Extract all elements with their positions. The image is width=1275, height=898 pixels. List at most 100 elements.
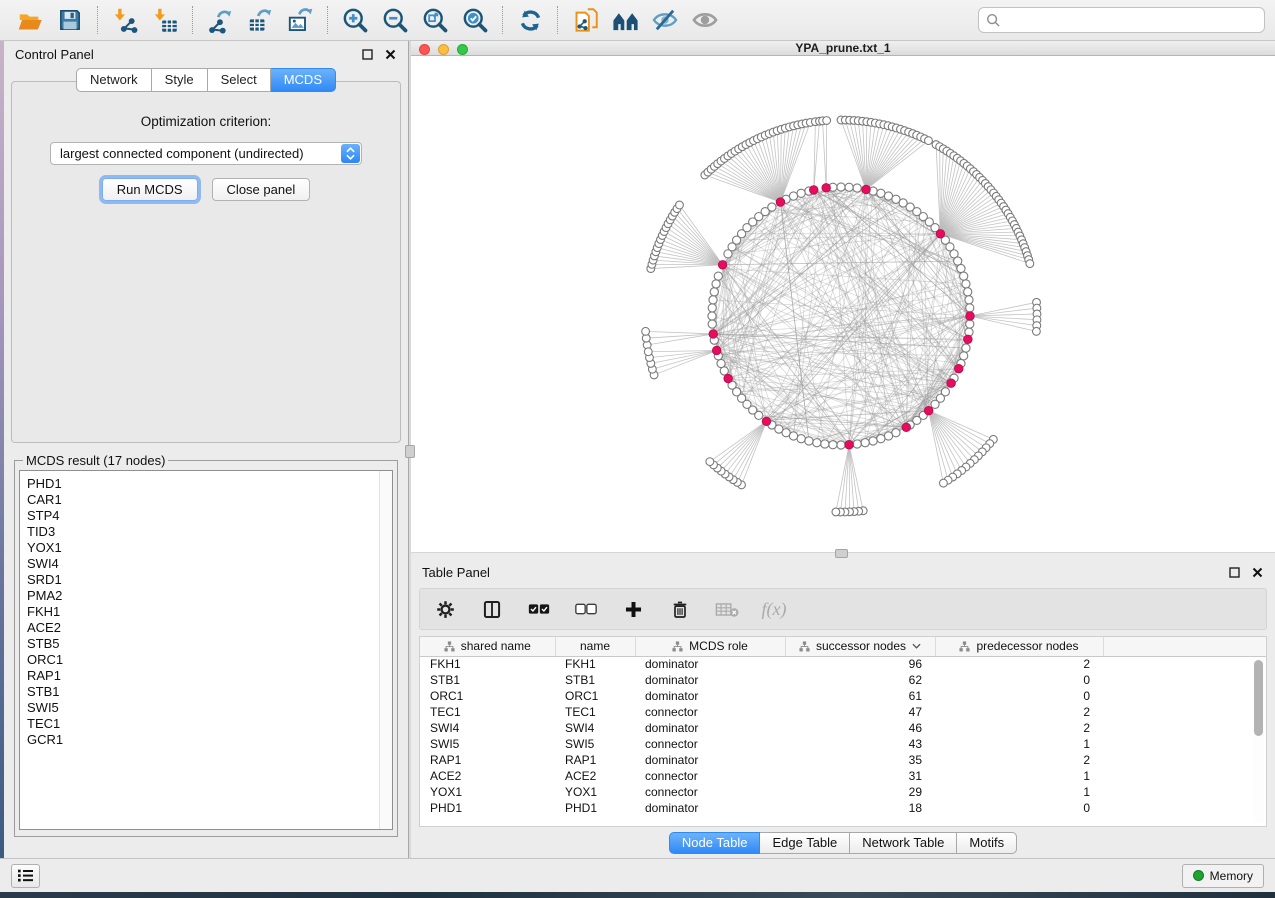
- minimize-window-icon[interactable]: [438, 44, 449, 55]
- maximize-window-icon[interactable]: [457, 44, 468, 55]
- column-header-MCDS-role[interactable]: MCDS role: [635, 637, 785, 656]
- tab-mcds[interactable]: MCDS: [271, 68, 336, 92]
- table-row[interactable]: SWI5SWI5connector431: [420, 736, 1266, 752]
- cell-MCDS-role[interactable]: dominator: [635, 752, 785, 768]
- tab-network-table[interactable]: Network Table: [850, 832, 957, 854]
- cell-MCDS-role[interactable]: connector: [635, 768, 785, 784]
- cell-name[interactable]: STB1: [555, 672, 635, 688]
- cell-MCDS-role[interactable]: dominator: [635, 672, 785, 688]
- table-row[interactable]: TEC1TEC1connector472: [420, 704, 1266, 720]
- cell-name[interactable]: ORC1: [555, 688, 635, 704]
- cell-successor-nodes[interactable]: 43: [785, 736, 935, 752]
- mcds-result-item[interactable]: STP4: [27, 508, 379, 524]
- mcds-result-item[interactable]: CAR1: [27, 492, 379, 508]
- cell-shared-name[interactable]: SWI4: [420, 720, 555, 736]
- mcds-result-item[interactable]: TID3: [27, 524, 379, 540]
- mcds-result-item[interactable]: SRD1: [27, 572, 379, 588]
- cell-MCDS-role[interactable]: dominator: [635, 688, 785, 704]
- network-graph[interactable]: [411, 56, 1275, 550]
- cell-predecessor-nodes[interactable]: 0: [935, 672, 1103, 688]
- select-all-rows-button[interactable]: [526, 596, 552, 622]
- table-scrollbar[interactable]: [1253, 658, 1264, 822]
- table-row[interactable]: ORC1ORC1dominator610: [420, 688, 1266, 704]
- tab-select[interactable]: Select: [208, 68, 271, 92]
- mcds-result-item[interactable]: GCR1: [27, 732, 379, 748]
- search-input[interactable]: [1007, 13, 1257, 28]
- deselect-all-rows-button[interactable]: [573, 596, 599, 622]
- export-network-button[interactable]: [200, 3, 240, 37]
- table-row[interactable]: RAP1RAP1dominator352: [420, 752, 1266, 768]
- float-panel-button[interactable]: [360, 48, 374, 62]
- new-network-from-selection-button[interactable]: [565, 3, 605, 37]
- column-header-shared-name[interactable]: shared name: [420, 637, 555, 656]
- table-row[interactable]: STB1STB1dominator620: [420, 672, 1266, 688]
- cell-predecessor-nodes[interactable]: 2: [935, 720, 1103, 736]
- cell-name[interactable]: YOX1: [555, 784, 635, 800]
- memory-button[interactable]: Memory: [1182, 864, 1264, 888]
- mcds-result-item[interactable]: ACE2: [27, 620, 379, 636]
- add-column-button[interactable]: [620, 596, 646, 622]
- search-box[interactable]: [978, 7, 1265, 33]
- cell-successor-nodes[interactable]: 96: [785, 656, 935, 672]
- mcds-result-item[interactable]: FKH1: [27, 604, 379, 620]
- cell-name[interactable]: FKH1: [555, 656, 635, 672]
- cell-name[interactable]: SWI5: [555, 736, 635, 752]
- cell-successor-nodes[interactable]: 29: [785, 784, 935, 800]
- cell-name[interactable]: SWI4: [555, 720, 635, 736]
- hide-selected-button[interactable]: [645, 3, 685, 37]
- zoom-out-button[interactable]: [375, 3, 415, 37]
- cell-predecessor-nodes[interactable]: 1: [935, 768, 1103, 784]
- show-columns-button[interactable]: [479, 596, 505, 622]
- cell-shared-name[interactable]: TEC1: [420, 704, 555, 720]
- table-scrollbar-thumb[interactable]: [1254, 660, 1263, 736]
- cell-shared-name[interactable]: RAP1: [420, 752, 555, 768]
- tab-edge-table[interactable]: Edge Table: [760, 832, 850, 854]
- mcds-result-item[interactable]: ORC1: [27, 652, 379, 668]
- cell-successor-nodes[interactable]: 18: [785, 800, 935, 816]
- criterion-select[interactable]: largest connected component (undirected): [50, 142, 362, 165]
- cell-MCDS-role[interactable]: connector: [635, 784, 785, 800]
- cell-shared-name[interactable]: STB1: [420, 672, 555, 688]
- import-network-button[interactable]: [105, 3, 145, 37]
- cell-MCDS-role[interactable]: dominator: [635, 656, 785, 672]
- cell-predecessor-nodes[interactable]: 0: [935, 800, 1103, 816]
- cell-name[interactable]: RAP1: [555, 752, 635, 768]
- cell-predecessor-nodes[interactable]: 1: [935, 784, 1103, 800]
- zoom-in-button[interactable]: [335, 3, 375, 37]
- zoom-fit-button[interactable]: [415, 3, 455, 37]
- first-neighbors-button[interactable]: [605, 3, 645, 37]
- run-mcds-button[interactable]: Run MCDS: [102, 178, 198, 201]
- cell-name[interactable]: PHD1: [555, 800, 635, 816]
- cell-successor-nodes[interactable]: 31: [785, 768, 935, 784]
- function-builder-button[interactable]: f(x): [761, 596, 787, 622]
- close-panel-button[interactable]: [383, 48, 397, 62]
- cell-shared-name[interactable]: SWI5: [420, 736, 555, 752]
- horizontal-splitter[interactable]: [411, 552, 1275, 559]
- delete-column-button[interactable]: [667, 596, 693, 622]
- cell-shared-name[interactable]: PHD1: [420, 800, 555, 816]
- mcds-result-item[interactable]: TEC1: [27, 716, 379, 732]
- mcds-result-item[interactable]: PMA2: [27, 588, 379, 604]
- cell-shared-name[interactable]: FKH1: [420, 656, 555, 672]
- show-all-button[interactable]: [685, 3, 725, 37]
- column-header-successor-nodes[interactable]: successor nodes: [785, 637, 935, 656]
- tab-node-table[interactable]: Node Table: [669, 832, 761, 854]
- cell-successor-nodes[interactable]: 46: [785, 720, 935, 736]
- cell-successor-nodes[interactable]: 35: [785, 752, 935, 768]
- cell-predecessor-nodes[interactable]: 2: [935, 752, 1103, 768]
- close-panel-button[interactable]: [1250, 566, 1264, 580]
- cell-shared-name[interactable]: ACE2: [420, 768, 555, 784]
- close-panel-button-mcds[interactable]: Close panel: [212, 178, 311, 201]
- open-file-button[interactable]: [10, 3, 50, 37]
- cell-successor-nodes[interactable]: 61: [785, 688, 935, 704]
- cell-MCDS-role[interactable]: connector: [635, 704, 785, 720]
- cell-shared-name[interactable]: ORC1: [420, 688, 555, 704]
- table-row[interactable]: SWI4SWI4dominator462: [420, 720, 1266, 736]
- table-row[interactable]: YOX1YOX1connector291: [420, 784, 1266, 800]
- table-row[interactable]: ACE2ACE2connector311: [420, 768, 1266, 784]
- cell-predecessor-nodes[interactable]: 2: [935, 704, 1103, 720]
- export-table-button[interactable]: [240, 3, 280, 37]
- mcds-result-item[interactable]: RAP1: [27, 668, 379, 684]
- float-panel-button[interactable]: [1227, 566, 1241, 580]
- cell-MCDS-role[interactable]: dominator: [635, 800, 785, 816]
